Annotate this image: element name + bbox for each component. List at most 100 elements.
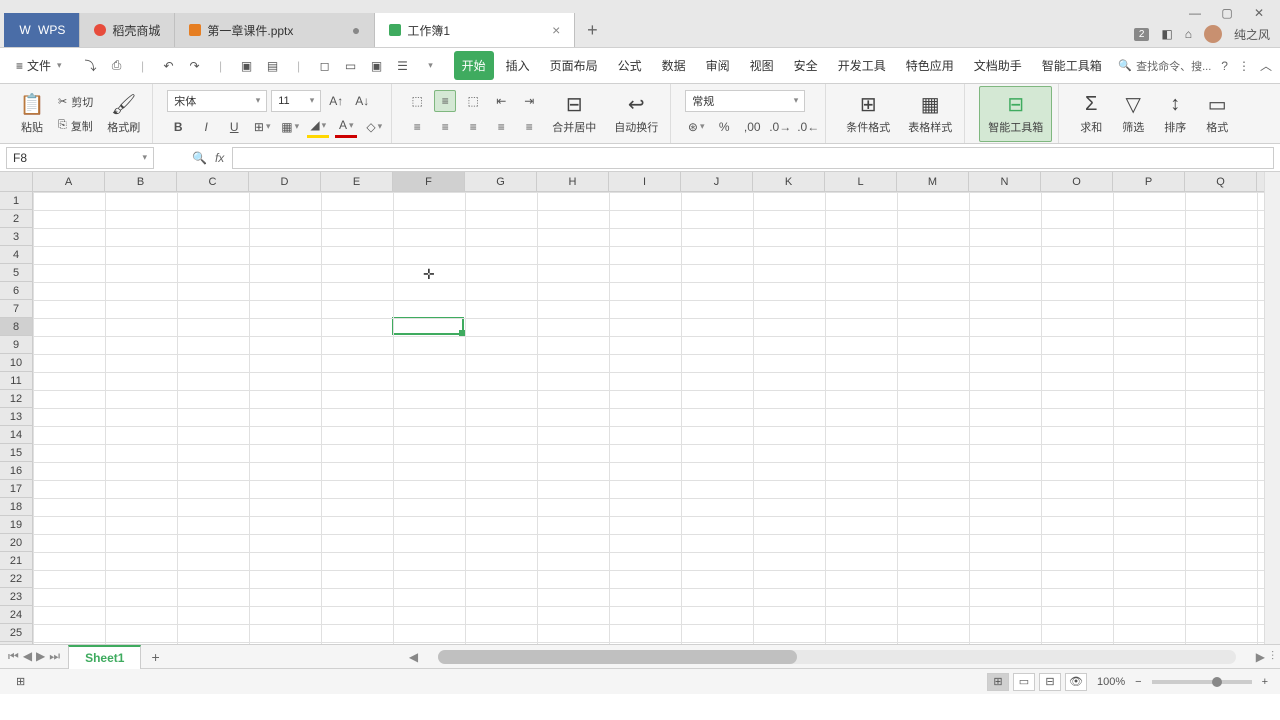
column-header[interactable]: B (105, 172, 177, 191)
indent-increase-icon[interactable]: ⇥ (518, 90, 540, 112)
tab-security[interactable]: 安全 (786, 51, 826, 80)
tab-smart-toolbox[interactable]: 智能工具箱 (1034, 51, 1110, 80)
scroll-left-icon[interactable]: ◀ (409, 650, 418, 664)
column-header[interactable]: J (681, 172, 753, 191)
indent-decrease-icon[interactable]: ⇤ (490, 90, 512, 112)
align-justify-icon[interactable]: ≡ (490, 116, 512, 138)
row-header[interactable]: 2 (0, 210, 32, 228)
view-normal-button[interactable]: ⊞ (987, 673, 1009, 691)
align-middle-icon[interactable]: ≡ (434, 90, 456, 112)
row-header[interactable]: 5 (0, 264, 32, 282)
fx-label[interactable]: fx (215, 151, 224, 165)
number-format-select[interactable]: 常规▾ (685, 90, 805, 112)
collapse-ribbon-icon[interactable]: ︿ (1260, 57, 1272, 74)
qat-icon[interactable]: ▣ (238, 57, 256, 75)
tab-store[interactable]: 稻壳商城 (80, 13, 175, 47)
wrap-text-button[interactable]: ↩ 自动换行 (608, 89, 664, 139)
row-header[interactable]: 17 (0, 480, 32, 498)
sheet-nav-last-icon[interactable]: ⏭ (49, 649, 60, 664)
underline-button[interactable]: U (223, 116, 245, 138)
column-header[interactable]: P (1113, 172, 1185, 191)
view-break-button[interactable]: ⊟ (1039, 673, 1061, 691)
name-box[interactable]: F8 ▾ (6, 147, 154, 169)
copy-button[interactable]: ⎘复制 (56, 116, 95, 136)
tab-formula[interactable]: 公式 (610, 51, 650, 80)
paste-button[interactable]: 📋 粘贴 (14, 89, 50, 139)
column-header[interactable]: L (825, 172, 897, 191)
column-header[interactable]: H (537, 172, 609, 191)
decrease-decimal-icon[interactable]: .0← (797, 116, 819, 138)
new-tab-button[interactable]: + (575, 13, 609, 47)
currency-icon[interactable]: ⊛▾ (685, 116, 707, 138)
qat-icon[interactable]: ◻ (316, 57, 334, 75)
clear-format-button[interactable]: ◇▾ (363, 116, 385, 138)
column-header[interactable]: D (249, 172, 321, 191)
scrollbar-thumb[interactable] (438, 650, 797, 664)
chevron-down-icon[interactable]: ▾ (422, 57, 440, 75)
sheet-nav-first-icon[interactable]: ⏮ (8, 649, 19, 664)
print-preview-icon[interactable]: ⎙ (108, 57, 126, 75)
minimize-button[interactable]: — (1188, 6, 1202, 20)
border-button[interactable]: ⊞▾ (251, 116, 273, 138)
command-search[interactable]: 🔍 查找命令、搜... (1118, 58, 1211, 74)
row-header[interactable]: 6 (0, 282, 32, 300)
row-header[interactable]: 21 (0, 552, 32, 570)
zoom-percent[interactable]: 100% (1097, 676, 1125, 688)
column-header[interactable]: M (897, 172, 969, 191)
avatar[interactable] (1204, 25, 1222, 43)
column-header[interactable]: I (609, 172, 681, 191)
save-icon[interactable]: ⤵ (82, 57, 100, 75)
zoom-thumb[interactable] (1212, 677, 1222, 687)
tab-special-apps[interactable]: 特色应用 (898, 51, 962, 80)
tab-review[interactable]: 审阅 (698, 51, 738, 80)
zoom-slider[interactable] (1152, 680, 1252, 684)
comma-icon[interactable]: ,00 (741, 116, 763, 138)
tab-ppt-document[interactable]: 第一章课件.pptx ● (175, 13, 375, 47)
column-header[interactable]: F (393, 172, 465, 191)
cell-style-button[interactable]: ▦▾ (279, 116, 301, 138)
zoom-out-button[interactable]: − (1135, 676, 1141, 688)
font-name-select[interactable]: 宋体▾ (167, 90, 267, 112)
notification-badge[interactable]: 2 (1134, 28, 1150, 41)
row-header[interactable]: 1 (0, 192, 32, 210)
row-header[interactable]: 25 (0, 624, 32, 642)
column-header[interactable]: A (33, 172, 105, 191)
font-color-button[interactable]: A▾ (335, 116, 357, 138)
row-header[interactable]: 16 (0, 462, 32, 480)
align-left-icon[interactable]: ≡ (406, 116, 428, 138)
format-painter-button[interactable]: 🖌 格式刷 (101, 89, 146, 139)
filter-button[interactable]: ▽ 筛选 (1115, 89, 1151, 139)
view-page-button[interactable]: ▭ (1013, 673, 1035, 691)
add-sheet-button[interactable]: + (141, 649, 169, 665)
redo-icon[interactable]: ↷ (186, 57, 204, 75)
app-tab-wps[interactable]: W WPS (4, 13, 80, 47)
smart-toolbox-button[interactable]: ⊟ 智能工具箱 (979, 86, 1052, 142)
column-header[interactable]: C (177, 172, 249, 191)
sort-button[interactable]: ↕ 排序 (1157, 89, 1193, 139)
select-all-corner[interactable] (0, 172, 33, 192)
percent-icon[interactable]: % (713, 116, 735, 138)
tab-spreadsheet-document[interactable]: 工作簿1 × (375, 13, 575, 47)
tab-data[interactable]: 数据 (654, 51, 694, 80)
column-header[interactable]: G (465, 172, 537, 191)
cut-button[interactable]: ✂剪切 (56, 92, 95, 112)
sheet-nav-next-icon[interactable]: ▶ (36, 649, 45, 664)
horizontal-scrollbar[interactable] (438, 650, 1236, 664)
align-right-icon[interactable]: ≡ (462, 116, 484, 138)
vertical-scrollbar[interactable] (1264, 172, 1280, 644)
row-header[interactable]: 15 (0, 444, 32, 462)
skin-icon[interactable]: ◧ (1161, 27, 1172, 41)
table-style-button[interactable]: ▦ 表格样式 (902, 89, 958, 139)
row-header[interactable]: 7 (0, 300, 32, 318)
row-header[interactable]: 12 (0, 390, 32, 408)
scroll-right-icon[interactable]: ▶ (1256, 650, 1265, 664)
close-icon[interactable]: ● (352, 22, 360, 38)
qat-icon[interactable]: ▣ (368, 57, 386, 75)
help-icon[interactable]: ? (1221, 59, 1228, 73)
align-distribute-icon[interactable]: ≡ (518, 116, 540, 138)
close-icon[interactable]: × (552, 22, 560, 38)
tab-developer[interactable]: 开发工具 (830, 51, 894, 80)
column-header[interactable]: E (321, 172, 393, 191)
qat-icon[interactable]: ▭ (342, 57, 360, 75)
maximize-button[interactable]: ▢ (1220, 6, 1234, 20)
